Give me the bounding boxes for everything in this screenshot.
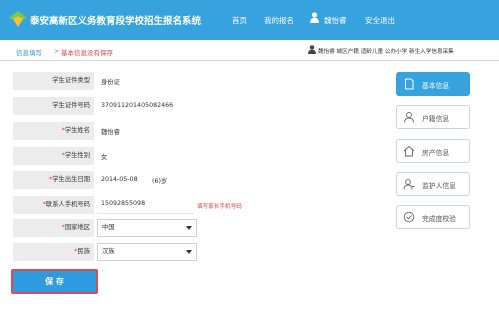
row-ethnic: *民族 汉族 xyxy=(13,243,373,261)
breadcrumb-current: 基本信息没有保存 xyxy=(61,49,113,57)
label-id-number: 学生证件号码 xyxy=(13,97,94,115)
sidebar-item-label: 监护人信息 xyxy=(422,182,456,190)
label-gender: *学生性别 xyxy=(13,147,94,165)
value-age: (6)岁 xyxy=(152,178,168,185)
value-name: 魏怡睿 xyxy=(101,129,120,136)
save-button[interactable]: 保 存 xyxy=(11,269,98,294)
check-circle-icon xyxy=(403,211,415,223)
row-gender: *学生性别 女 xyxy=(13,147,373,165)
header-bar: 泰安高新区义务教育段学校招生报名系统 首页 我的报名 魏怡睿 安全退出 xyxy=(0,0,499,40)
country-select[interactable]: 中国 xyxy=(97,219,197,237)
sidebar-item-property[interactable]: 房产信息 xyxy=(396,139,470,163)
nav-my-registration[interactable]: 我的报名 xyxy=(264,15,294,26)
row-country: *国家地区 中国 xyxy=(13,219,373,237)
row-id-number: 学生证件号码 370911201405082466 xyxy=(13,97,373,115)
nav-home[interactable]: 首页 xyxy=(232,15,247,26)
sidebar-item-household[interactable]: 户籍信息 xyxy=(396,105,470,129)
label-name: *学生姓名 xyxy=(13,122,94,140)
breadcrumb-separator: > xyxy=(54,47,60,55)
ethnic-select[interactable]: 汉族 xyxy=(97,243,197,261)
label-country: *国家地区 xyxy=(13,219,94,237)
value-birth: 2014-05-08 xyxy=(101,176,138,183)
label-ethnic: *民族 xyxy=(13,243,94,261)
sidebar-item-label: 房产信息 xyxy=(422,149,450,157)
sidebar-item-label: 基本信息 xyxy=(422,82,450,90)
user-status-icon xyxy=(308,45,316,54)
document-icon xyxy=(405,78,414,90)
breadcrumb: 信息填写 > 基本信息没有保存 魏怡睿 城区户籍 适龄儿童 公办小学 新生入学信… xyxy=(0,40,499,61)
country-select-value: 中国 xyxy=(102,224,115,231)
user-icon xyxy=(310,12,319,23)
row-name: *学生姓名 魏怡睿 xyxy=(13,122,373,140)
student-status-summary: 魏怡睿 城区户籍 适龄儿童 公办小学 新生入学信息采集 xyxy=(318,49,454,55)
label-id-type: 学生证件类型 xyxy=(13,72,94,90)
sidebar-item-guardian[interactable]: 监护人信息 xyxy=(396,172,470,196)
row-id-type: 学生证件类型 身份证 xyxy=(13,72,373,90)
sidebar-item-basic-info[interactable]: 基本信息 xyxy=(396,72,470,96)
site-title: 泰安高新区义务教育段学校招生报名系统 xyxy=(30,16,202,27)
sidebar-item-completion-check[interactable]: 完成度校验 xyxy=(396,205,470,229)
value-id-number: 370911201405082466 xyxy=(101,102,174,109)
chevron-down-icon xyxy=(186,226,192,230)
sidebar-item-label: 户籍信息 xyxy=(422,115,450,123)
ethnic-select-value: 汉族 xyxy=(102,248,115,255)
row-birth: *学生出生日期 2014-05-08 (6)岁 xyxy=(13,171,373,189)
phone-hint: 填写家长手机号码 xyxy=(197,204,242,210)
guardian-icon xyxy=(403,179,415,190)
person-icon xyxy=(404,112,414,123)
label-phone: *联系人手机号码 xyxy=(13,196,94,214)
nav-user-name[interactable]: 魏怡睿 xyxy=(324,15,347,26)
sidebar-item-label: 完成度校验 xyxy=(422,215,456,223)
row-phone: *联系人手机号码 15092855098 填写家长手机号码 xyxy=(13,196,373,214)
school-logo-icon xyxy=(9,11,27,27)
value-gender: 女 xyxy=(101,154,108,161)
phone-input[interactable]: 15092855098 xyxy=(97,196,193,214)
label-birth: *学生出生日期 xyxy=(13,171,94,189)
house-icon xyxy=(403,145,415,157)
label-name-text: 学生姓名 xyxy=(64,127,90,134)
breadcrumb-home[interactable]: 信息填写 xyxy=(16,47,42,57)
value-id-type: 身份证 xyxy=(101,79,120,86)
chevron-down-icon xyxy=(186,250,192,254)
nav-logout[interactable]: 安全退出 xyxy=(365,15,395,26)
